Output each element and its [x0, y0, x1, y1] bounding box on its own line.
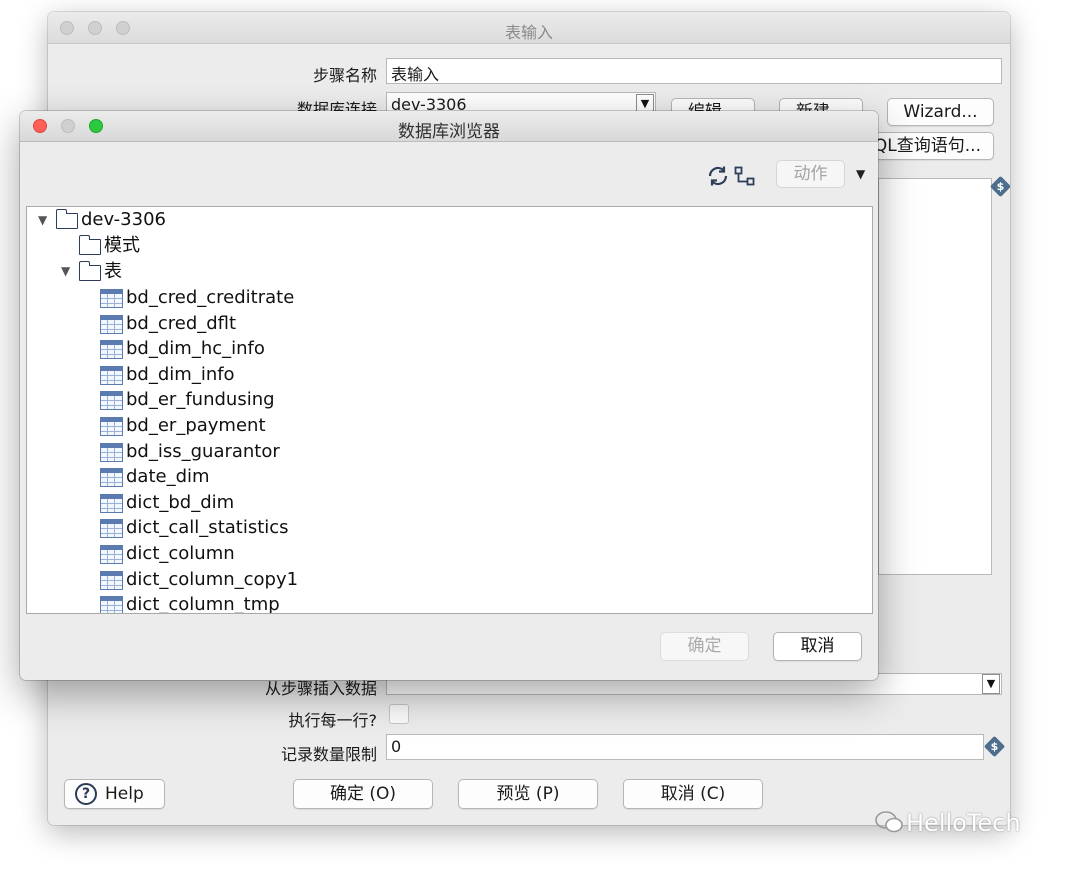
record-limit-label: 记录数量限制 [280, 745, 377, 764]
tree-table-node[interactable]: bd_cred_dflt [126, 312, 236, 336]
tree-schemas-node[interactable]: 模式 [104, 234, 140, 258]
ok-button[interactable]: 确定 (O) [293, 779, 433, 809]
sql-editor[interactable] [878, 178, 992, 575]
step-name-label: 步骤名称 [312, 66, 377, 85]
watermark: HelloTech [874, 809, 1021, 837]
table-icon [100, 315, 123, 334]
wechat-icon [875, 811, 903, 833]
table-icon [100, 366, 123, 385]
watermark-text: HelloTech [906, 809, 1021, 837]
refresh-icon[interactable] [706, 164, 730, 188]
table-icon [100, 545, 123, 564]
chevron-down-icon[interactable]: ▼ [856, 167, 865, 181]
table-icon [100, 289, 123, 308]
preview-button[interactable]: 预览 (P) [458, 779, 598, 809]
table-icon [100, 596, 123, 613]
structure-icon[interactable] [734, 166, 756, 186]
expand-triangle-icon[interactable]: ▼ [61, 259, 70, 283]
table-icon [100, 494, 123, 513]
help-button[interactable]: ? Help [64, 779, 165, 809]
table-icon [100, 417, 123, 436]
cancel-button[interactable]: 取消 (C) [623, 779, 763, 809]
wizard-button[interactable]: Wizard... [887, 98, 994, 126]
tree-table-node[interactable]: bd_iss_guarantor [126, 440, 280, 464]
execute-each-row-checkbox[interactable] [389, 704, 409, 724]
folder-icon [55, 209, 78, 229]
table-icon [100, 391, 123, 410]
tree-table-node[interactable]: bd_er_fundusing [126, 388, 275, 412]
tree-table-node[interactable]: bd_cred_creditrate [126, 286, 294, 310]
folder-icon [78, 261, 101, 281]
window-title: 数据库浏览器 [398, 122, 500, 142]
table-icon [100, 443, 123, 462]
database-browser-window: 数据库浏览器 动作 ▼ ▼ dev-3306 模式 ▼ 表 bd_cred_cr… [20, 111, 878, 680]
table-icon [100, 468, 123, 487]
tree-tables-node[interactable]: 表 [104, 260, 122, 284]
browser-ok-button[interactable]: 确定 [660, 632, 749, 661]
record-limit-field[interactable]: 0 [386, 734, 984, 760]
folder-icon [78, 235, 101, 255]
tree-table-node[interactable]: date_dim [126, 465, 210, 489]
execute-each-row-label: 执行每一行? [288, 711, 378, 730]
tree-table-node[interactable]: bd_er_payment [126, 414, 266, 438]
browser-cancel-button[interactable]: 取消 [773, 632, 862, 661]
title-bar: 表输入 [48, 12, 1010, 44]
title-bar: 数据库浏览器 [20, 111, 878, 142]
help-icon: ? [75, 783, 97, 805]
action-button[interactable]: 动作 [776, 160, 845, 188]
expand-triangle-icon[interactable]: ▼ [38, 208, 47, 232]
table-icon [100, 571, 123, 590]
variable-icon: $ [983, 735, 1006, 758]
tree-table-node[interactable]: dict_column_copy1 [126, 568, 298, 592]
variable-icon: $ [989, 175, 1010, 198]
step-name-field[interactable]: 表输入 [386, 58, 1002, 84]
tree-table-node[interactable]: dict_column [126, 542, 235, 566]
dropdown-arrow-icon[interactable]: ▼ [982, 674, 1000, 694]
window-title: 表输入 [504, 23, 553, 42]
tree-table-node[interactable]: bd_dim_info [126, 363, 235, 387]
tree-table-node[interactable]: dict_column_tmp [126, 593, 280, 613]
tree-table-node[interactable]: dict_call_statistics [126, 516, 289, 540]
help-button-label: Help [105, 784, 144, 804]
tree-root-node[interactable]: dev-3306 [81, 208, 166, 232]
table-icon [100, 340, 123, 359]
table-icon [100, 519, 123, 538]
tree-table-node[interactable]: bd_dim_hc_info [126, 337, 265, 361]
tree-table-node[interactable]: dict_bd_dim [126, 491, 234, 515]
database-tree[interactable]: ▼ dev-3306 模式 ▼ 表 bd_cred_creditrate bd_c… [26, 206, 873, 614]
